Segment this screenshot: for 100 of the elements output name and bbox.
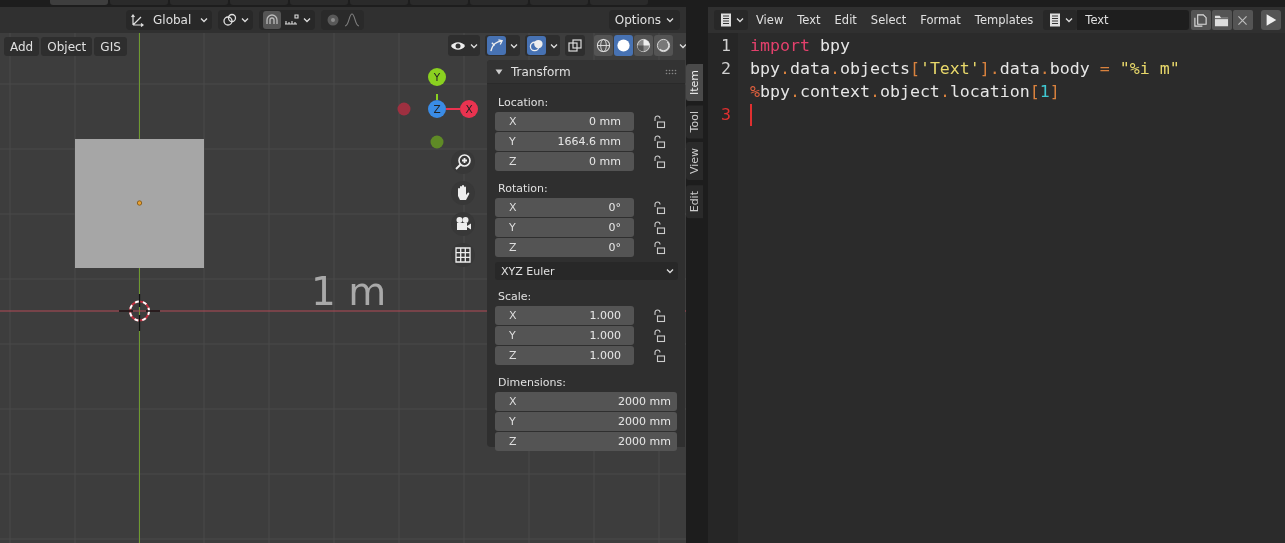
falloff-curve-icon (344, 12, 361, 28)
material-shading-button[interactable] (634, 35, 653, 56)
gizmo-axis[interactable]: Y (428, 68, 446, 86)
gizmo-dot[interactable] (397, 102, 411, 116)
rotation-mode-dropdown[interactable]: XYZ Euler (495, 262, 678, 280)
sidebar-tab[interactable]: Tool (686, 105, 703, 139)
open-padlock-icon[interactable] (653, 329, 667, 343)
number-field[interactable]: Y 0° (495, 218, 634, 237)
panel-header[interactable]: Transform (487, 60, 685, 84)
sidebar-tab[interactable]: Edit (686, 184, 703, 218)
viewport-canvas[interactable]: Y Z X 1 m Add Object GIS Transform Location: X 0 mm Y 1664.6 mm Z 0 mm Rotation: X 0° Y 0° Z 0° XYZ Euler Scale: X 1.000 Y 1.000 Z 1.000 Dimensions: X 2000 mm Y 2000 mm Z 2000 mm (0, 33, 686, 543)
line-number: 2 (721, 59, 731, 78)
magnet-icon[interactable] (263, 11, 282, 29)
options-dropdown[interactable]: Options (608, 10, 680, 30)
open-padlock-icon[interactable] (653, 115, 667, 129)
camera-icon[interactable] (451, 212, 475, 236)
rendered-shading-button[interactable] (654, 35, 673, 56)
copy-icon (1193, 12, 1209, 28)
number-field[interactable]: X 2000 mm (495, 392, 677, 411)
gizmo-toggle[interactable] (485, 35, 520, 56)
sidebar-tab[interactable]: View (686, 142, 703, 181)
solid-shading-button[interactable] (614, 35, 633, 56)
menu-item[interactable]: Templates (968, 13, 1040, 27)
document-icon (718, 12, 734, 28)
open-padlock-icon[interactable] (653, 201, 667, 215)
ruler-icon (284, 12, 301, 28)
menu-button[interactable]: GIS (94, 37, 127, 56)
group-label: Scale: (498, 290, 533, 303)
chevron-icon (510, 41, 518, 50)
chevron-icon (550, 41, 558, 50)
number-field[interactable]: Z 0° (495, 238, 634, 257)
text-name-field[interactable]: Text (1077, 10, 1189, 30)
link-icon (222, 12, 239, 28)
number-field[interactable]: Y 2000 mm (495, 412, 677, 431)
editor-type-dropdown[interactable] (714, 10, 748, 30)
text-cursor (750, 103, 752, 126)
number-field[interactable]: X 1.000 (495, 306, 634, 325)
code-line: bpy.data.objects['Text'].data.body = "%i m" (750, 59, 1180, 78)
run-script-button[interactable] (1260, 10, 1281, 30)
line-number: 3 (721, 105, 731, 124)
group-label: Rotation: (498, 182, 549, 195)
hand-icon[interactable] (451, 181, 475, 205)
menu-button[interactable]: Object (41, 37, 93, 56)
menu-item[interactable]: Select (864, 13, 913, 27)
open-padlock-icon[interactable] (653, 241, 667, 255)
open-padlock-icon[interactable] (653, 135, 667, 149)
open-padlock-icon[interactable] (653, 309, 667, 323)
chevron-icon (241, 16, 250, 24)
drag-handle-icon[interactable] (665, 68, 677, 75)
chevron-icon (1065, 16, 1074, 24)
snap-dropdown[interactable] (259, 10, 316, 30)
group-label: Dimensions: (498, 376, 567, 389)
number-field[interactable]: Z 2000 mm (495, 432, 677, 451)
number-field[interactable]: Z 1.000 (495, 346, 634, 365)
panel-title: Transform (511, 64, 572, 79)
close-button[interactable] (1232, 10, 1253, 30)
menu-item[interactable]: Edit (828, 13, 863, 27)
number-field[interactable]: X 0° (495, 198, 634, 217)
gizmo-axis-line (445, 108, 461, 110)
number-field[interactable]: Y 1.000 (495, 326, 634, 345)
chevron-icon (666, 16, 674, 24)
chevron-icon (303, 16, 312, 24)
zoom-icon[interactable] (451, 150, 475, 174)
sidebar-tab[interactable]: Item (686, 64, 703, 102)
number-field[interactable]: X 0 mm (495, 112, 634, 131)
proportional-edit-toggle[interactable] (321, 10, 365, 30)
text-browse-dropdown[interactable] (1043, 10, 1078, 30)
close-icon (1236, 13, 1250, 27)
menu-item[interactable]: View (750, 13, 790, 27)
gizmo-axis[interactable]: Z (428, 100, 446, 118)
overlay-toggle[interactable] (525, 35, 560, 56)
chevron-icon (200, 16, 209, 24)
menu-item[interactable]: Text (791, 13, 827, 27)
visibility-dropdown[interactable] (448, 35, 480, 56)
number-field[interactable]: Z 0 mm (495, 152, 634, 171)
duplicate-button[interactable] (1190, 10, 1211, 30)
menu-button[interactable]: Add (4, 37, 40, 56)
chevron-icon[interactable] (679, 41, 686, 50)
orientation-dropdown[interactable]: Global (126, 10, 213, 30)
3d-cursor-icon (118, 293, 161, 332)
gizmo-axis[interactable]: X (460, 100, 478, 118)
menu-item[interactable]: Format (914, 13, 967, 27)
axes-icon (130, 12, 146, 28)
number-field[interactable]: Y 1664.6 mm (495, 132, 634, 151)
grid-icon[interactable] (451, 243, 475, 267)
gizmo-dot[interactable] (430, 135, 444, 149)
gizmo-axis-line (436, 93, 438, 101)
folder-button[interactable] (1211, 10, 1232, 30)
triangle-icon (495, 67, 503, 76)
line-number: 1 (721, 36, 731, 55)
pivot-dropdown[interactable] (218, 10, 254, 30)
open-padlock-icon[interactable] (653, 221, 667, 235)
open-padlock-icon[interactable] (653, 349, 667, 363)
chevron-icon (666, 267, 674, 275)
wireframe-shading-button[interactable] (594, 35, 613, 56)
text-object[interactable]: 1 m (311, 271, 387, 313)
chevron-icon (736, 16, 744, 24)
chevron-icon (470, 41, 478, 50)
open-padlock-icon[interactable] (653, 155, 667, 169)
code-line: import bpy (750, 36, 850, 55)
